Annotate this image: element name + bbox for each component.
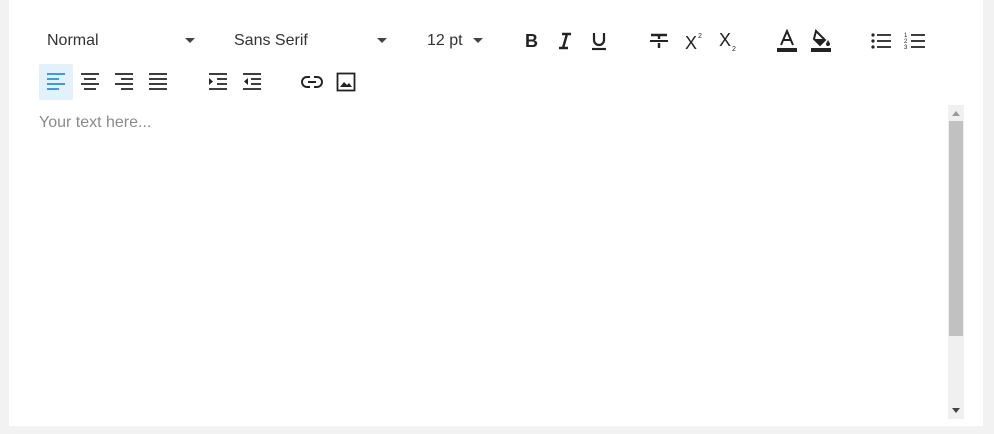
svg-text:B: B <box>525 31 538 51</box>
paragraph-style-select[interactable]: Normal <box>47 23 195 59</box>
image-icon <box>336 72 356 92</box>
italic-button[interactable] <box>548 23 582 59</box>
chevron-down-icon <box>473 38 483 43</box>
align-left-button[interactable] <box>39 64 73 100</box>
superscript-icon: X 2 <box>685 33 702 52</box>
chevron-down-icon <box>377 38 387 43</box>
editor-placeholder: Your text here... <box>39 114 152 131</box>
superscript-button[interactable]: X 2 <box>677 23 711 59</box>
editor-content-area[interactable]: Your text here... <box>9 105 949 421</box>
align-center-icon <box>81 73 99 90</box>
highlight-color-icon <box>811 29 831 52</box>
align-right-icon <box>115 73 133 90</box>
chevron-down-icon <box>185 38 195 43</box>
subscript-icon: X 2 <box>719 30 736 52</box>
bulleted-list-button[interactable] <box>864 23 898 59</box>
insert-image-button[interactable] <box>329 64 363 100</box>
svg-text:2: 2 <box>698 33 702 40</box>
indent-decrease-icon <box>243 73 261 90</box>
underline-icon <box>592 33 606 51</box>
text-color-button[interactable] <box>770 23 804 59</box>
numbered-list-icon: 1 2 3 <box>904 33 925 51</box>
strikethrough-icon <box>650 33 668 48</box>
italic-icon <box>559 32 571 50</box>
highlight-color-button[interactable] <box>804 23 838 59</box>
link-icon <box>301 76 323 88</box>
bulleted-list-icon <box>871 33 891 49</box>
numbered-list-button[interactable]: 1 2 3 <box>898 23 932 59</box>
rich-text-editor: Normal Sans Serif 12 pt B X 2 X 2 1 2 3 … <box>9 0 983 426</box>
svg-text:X: X <box>719 30 731 50</box>
underline-button[interactable] <box>582 23 616 59</box>
editor-scrollbar[interactable] <box>948 105 964 419</box>
indent-decrease-button[interactable] <box>235 64 269 100</box>
svg-text:2: 2 <box>732 46 736 52</box>
align-left-icon <box>47 73 65 90</box>
svg-text:3: 3 <box>904 45 908 51</box>
scroll-down-arrow-icon[interactable] <box>952 408 960 413</box>
font-size-select[interactable]: 12 pt <box>427 23 483 59</box>
strikethrough-button[interactable] <box>642 23 676 59</box>
align-justify-icon <box>149 73 167 90</box>
align-center-button[interactable] <box>73 64 107 100</box>
bold-button[interactable]: B <box>514 23 548 59</box>
insert-link-button[interactable] <box>295 64 329 100</box>
subscript-button[interactable]: X 2 <box>711 23 745 59</box>
font-family-select[interactable]: Sans Serif <box>234 23 387 59</box>
indent-increase-icon <box>209 73 227 90</box>
scrollbar-thumb[interactable] <box>949 121 963 336</box>
font-size-value: 12 pt <box>427 32 463 49</box>
align-right-button[interactable] <box>107 64 141 100</box>
toolbar-row-1: Normal Sans Serif 12 pt B X 2 X 2 1 2 3 <box>9 23 983 59</box>
align-justify-button[interactable] <box>141 64 175 100</box>
bold-icon: B <box>525 31 538 51</box>
scroll-up-arrow-icon[interactable] <box>952 111 960 116</box>
font-family-value: Sans Serif <box>234 32 308 49</box>
svg-text:X: X <box>685 33 697 52</box>
text-color-icon <box>777 29 797 52</box>
paragraph-style-value: Normal <box>47 32 99 49</box>
indent-increase-button[interactable] <box>201 64 235 100</box>
toolbar-row-2 <box>9 64 983 100</box>
